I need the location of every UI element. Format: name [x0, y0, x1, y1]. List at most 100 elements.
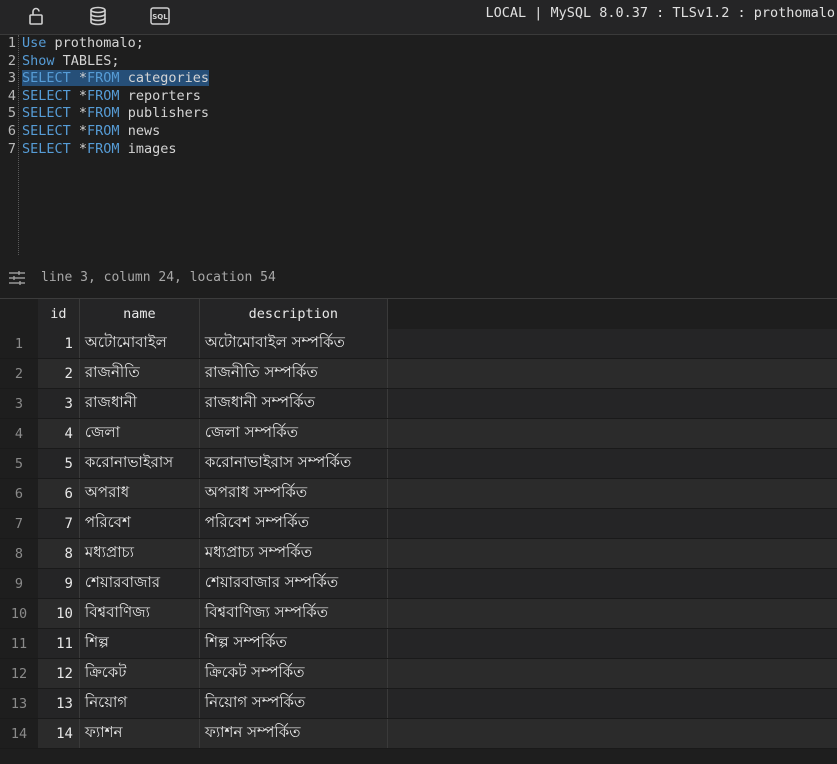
- cell-name[interactable]: শিল্প: [79, 628, 200, 659]
- table-row[interactable]: 11 11 শিল্প শিল্প সম্পর্কিত: [0, 628, 837, 659]
- cell-id[interactable]: 14: [37, 718, 80, 749]
- cell-description[interactable]: বিশ্ববাণিজ্য সম্পর্কিত: [199, 598, 388, 629]
- cell-description[interactable]: রাজনীতি সম্পর্কিত: [199, 358, 388, 389]
- cell-description[interactable]: শেয়ারবাজার সম্পর্কিত: [199, 568, 388, 599]
- sql-icon[interactable]: SQL: [148, 4, 172, 28]
- table-row[interactable]: 7 7 পরিবেশ পরিবেশ সম্পর্কিত: [0, 508, 837, 539]
- cell-id[interactable]: 10: [37, 598, 80, 629]
- cell-description[interactable]: শিল্প সম্পর্কিত: [199, 628, 388, 659]
- cell-description[interactable]: অপরাধ সম্পর্কিত: [199, 478, 388, 509]
- row-number: 12: [0, 658, 38, 689]
- column-header-name[interactable]: name: [79, 299, 200, 329]
- sql-editor[interactable]: 1 Use prothomalo; 2 Show TABLES; 3 SELECT *FR…: [0, 35, 837, 255]
- cell-id[interactable]: 1: [37, 329, 80, 359]
- table-row[interactable]: 4 4 জেলা জেলা সম্পর্কিত: [0, 418, 837, 449]
- cell-description[interactable]: ক্রিকেট সম্পর্কিত: [199, 658, 388, 689]
- cell-description[interactable]: রাজধানী সম্পর্কিত: [199, 388, 388, 419]
- cell-description[interactable]: ফ্যাশন সম্পর্কিত: [199, 718, 388, 749]
- code-line[interactable]: 7 SELECT *FROM images: [0, 141, 177, 159]
- cell-name[interactable]: ক্রিকেট: [79, 658, 200, 689]
- table-row[interactable]: 12 12 ক্রিকেট ক্রিকেট সম্পর্কিত: [0, 658, 837, 689]
- sql-keyword: SELECT: [22, 105, 71, 122]
- cell-id[interactable]: 2: [37, 358, 80, 389]
- cell-id[interactable]: 3: [37, 388, 80, 419]
- column-header-id[interactable]: id: [37, 299, 80, 329]
- cell-name[interactable]: মধ্যপ্রাচ্য: [79, 538, 200, 569]
- sql-operator: *: [70, 87, 88, 104]
- line-number: 4: [7, 87, 16, 104]
- cell-name[interactable]: ফ্যাশন: [79, 718, 200, 749]
- sql-identifier: images: [119, 140, 177, 157]
- row-filler: [387, 478, 837, 509]
- row-filler: [387, 538, 837, 569]
- table-row[interactable]: 9 9 শেয়ারবাজার শেয়ারবাজার সম্পর্কিত: [0, 568, 837, 599]
- table-row[interactable]: 6 6 অপরাধ অপরাধ সম্পর্কিত: [0, 478, 837, 509]
- row-number: 7: [0, 508, 38, 539]
- cell-name[interactable]: করোনাভাইরাস: [79, 448, 200, 479]
- cursor-position: line 3, column 24, location 54: [41, 270, 276, 285]
- cell-name[interactable]: জেলা: [79, 418, 200, 449]
- sql-keyword: SELECT: [22, 70, 71, 87]
- table-row[interactable]: 1 1 অটোমোবাইল অটোমোবাইল সম্পর্কিত: [0, 329, 837, 359]
- code-content: Show TABLES;: [22, 53, 120, 69]
- cell-id[interactable]: 12: [37, 658, 80, 689]
- cell-name[interactable]: শেয়ারবাজার: [79, 568, 200, 599]
- cell-id[interactable]: 8: [37, 538, 80, 569]
- sql-keyword: Show: [22, 52, 55, 69]
- row-filler: [387, 718, 837, 749]
- sql-keyword: SELECT: [22, 123, 71, 139]
- code-line[interactable]: 3 SELECT *FROM categories: [0, 70, 209, 88]
- table-row[interactable]: 10 10 বিশ্ববাণিজ্য বিশ্ববাণিজ্য সম্পর্কিত: [0, 598, 837, 629]
- row-filler: [387, 598, 837, 629]
- cell-name[interactable]: অটোমোবাইল: [79, 329, 200, 359]
- code-line[interactable]: 1 Use prothomalo;: [0, 35, 144, 53]
- code-content: SELECT *FROM images: [22, 141, 176, 157]
- table-row[interactable]: 2 2 রাজনীতি রাজনীতি সম্পর্কিত: [0, 358, 837, 389]
- cell-id[interactable]: 4: [37, 418, 80, 449]
- cell-description[interactable]: অটোমোবাইল সম্পর্কিত: [199, 329, 388, 359]
- table-row[interactable]: 14 14 ফ্যাশন ফ্যাশন সম্পর্কিত: [0, 718, 837, 749]
- row-filler: [387, 329, 837, 359]
- row-number: 9: [0, 568, 38, 599]
- cell-description[interactable]: মধ্যপ্রাচ্য সম্পর্কিত: [199, 538, 388, 569]
- cell-name[interactable]: পরিবেশ: [79, 508, 200, 539]
- table-row[interactable]: 13 13 নিয়োগ নিয়োগ সম্পর্কিত: [0, 688, 837, 719]
- selection-highlight: SELECT *FROM categories: [22, 70, 209, 87]
- column-header-description[interactable]: description: [199, 299, 388, 329]
- database-icon[interactable]: [86, 4, 110, 28]
- sql-keyword: SELECT: [22, 87, 71, 104]
- cell-name[interactable]: অপরাধ: [79, 478, 200, 509]
- row-number: 1: [0, 329, 38, 359]
- cell-name[interactable]: বিশ্ববাণিজ্য: [79, 598, 200, 629]
- cell-name[interactable]: নিয়োগ: [79, 688, 200, 719]
- result-grid: id name description 1 1 অটোমোবাইল অটোমোবাইল…: [0, 298, 837, 764]
- code-line[interactable]: 2 Show TABLES;: [0, 53, 120, 71]
- cell-name[interactable]: রাজনীতি: [79, 358, 200, 389]
- table-row[interactable]: 8 8 মধ্যপ্রাচ্য মধ্যপ্রাচ্য সম্পর্কিত: [0, 538, 837, 569]
- cell-description[interactable]: পরিবেশ সম্পর্কিত: [199, 508, 388, 539]
- code-line[interactable]: 6 SELECT *FROM news: [0, 123, 160, 141]
- cell-description[interactable]: করোনাভাইরাস সম্পর্কিত: [199, 448, 388, 479]
- row-number: 11: [0, 628, 38, 659]
- line-number: 3: [7, 70, 16, 87]
- cell-name[interactable]: রাজধানী: [79, 388, 200, 419]
- code-line[interactable]: 4 SELECT *FROM reporters: [0, 88, 201, 106]
- table-row[interactable]: 5 5 করোনাভাইরাস করোনাভাইরাস সম্পর্কিত: [0, 448, 837, 479]
- format-lines-icon[interactable]: [8, 270, 26, 286]
- cell-description[interactable]: নিয়োগ সম্পর্কিত: [199, 688, 388, 719]
- row-number: 8: [0, 538, 38, 569]
- cell-id[interactable]: 11: [37, 628, 80, 659]
- cell-id[interactable]: 5: [37, 448, 80, 479]
- sql-identifier: reporters: [119, 87, 201, 104]
- cell-id[interactable]: 6: [37, 478, 80, 509]
- lock-icon[interactable]: [24, 4, 48, 28]
- sql-keyword: FROM: [87, 140, 120, 157]
- code-line[interactable]: 5 SELECT *FROM publishers: [0, 105, 209, 123]
- table-row[interactable]: 3 3 রাজধানী রাজধানী সম্পর্কিত: [0, 388, 837, 419]
- cell-description[interactable]: জেলা সম্পর্কিত: [199, 418, 388, 449]
- cell-id[interactable]: 13: [37, 688, 80, 719]
- cell-id[interactable]: 9: [37, 568, 80, 599]
- cell-id[interactable]: 7: [37, 508, 80, 539]
- header-filler: [387, 299, 837, 329]
- row-number: 13: [0, 688, 38, 719]
